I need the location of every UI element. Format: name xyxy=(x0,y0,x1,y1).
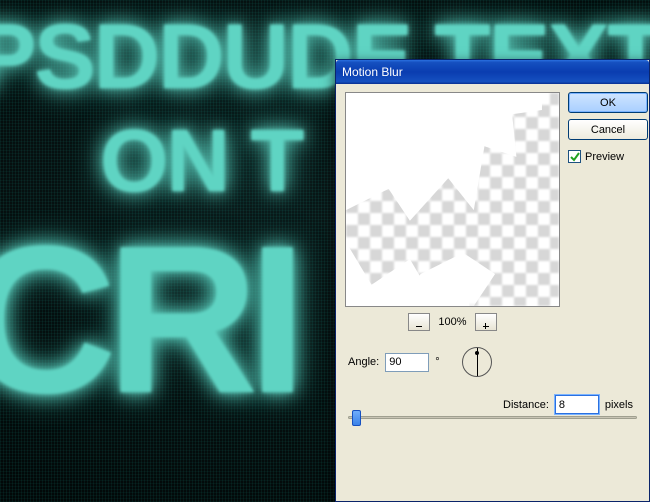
angle-input[interactable] xyxy=(385,353,429,372)
distance-slider[interactable] xyxy=(348,416,637,419)
angle-dial[interactable] xyxy=(462,347,492,377)
distance-label: Distance: xyxy=(503,399,549,411)
zoom-in-button[interactable] xyxy=(475,313,497,331)
motion-blur-dialog: Motion Blur 100% OK Cancel Preview xyxy=(335,59,650,502)
ok-button[interactable]: OK xyxy=(568,92,648,113)
distance-unit: pixels xyxy=(605,399,633,411)
canvas-text-line-3: CRI xyxy=(0,215,297,425)
cancel-button[interactable]: Cancel xyxy=(568,119,648,140)
zoom-out-button[interactable] xyxy=(408,313,430,331)
angle-unit: ° xyxy=(435,356,439,368)
dialog-title: Motion Blur xyxy=(342,65,403,79)
slider-thumb[interactable] xyxy=(352,410,361,426)
zoom-level: 100% xyxy=(438,316,466,328)
preview-checkbox-label: Preview xyxy=(585,151,624,163)
angle-label: Angle: xyxy=(348,356,379,368)
preview-checkbox[interactable]: Preview xyxy=(568,150,624,163)
filter-preview[interactable] xyxy=(345,92,560,307)
canvas-text-line-2: ON T xyxy=(100,110,302,212)
dialog-titlebar[interactable]: Motion Blur xyxy=(336,60,649,84)
checkbox-icon xyxy=(568,150,581,163)
